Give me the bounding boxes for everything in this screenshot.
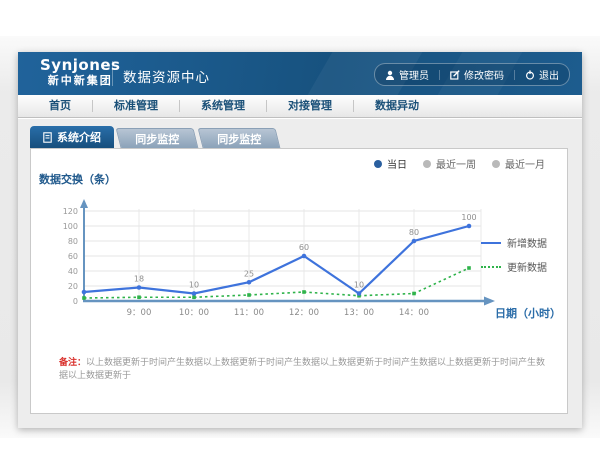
logo-title: Synjones: [40, 57, 121, 74]
svg-text:60: 60: [299, 243, 309, 252]
content-area: 系统介绍 同步监控 同步监控 当日 最近一周: [18, 119, 582, 428]
legend-new-data[interactable]: 新增数据: [481, 235, 547, 250]
svg-text:80: 80: [409, 228, 419, 237]
tab-sync-monitor-1[interactable]: 同步监控: [116, 128, 199, 148]
radio-dot-icon: [492, 160, 500, 168]
legend-label: 更新数据: [507, 259, 547, 274]
user-label: 管理员: [399, 67, 429, 82]
x-axis-title: 日期（小时）: [495, 305, 561, 321]
logout-button[interactable]: 退出: [515, 67, 569, 82]
svg-text:120: 120: [63, 207, 78, 216]
radio-last-week[interactable]: 最近一周: [423, 156, 476, 171]
radio-dot-icon: [423, 160, 431, 168]
user-icon: [385, 70, 395, 80]
svg-text:100: 100: [461, 213, 476, 222]
nav-item-standard-mgmt[interactable]: 标准管理: [93, 100, 180, 112]
svg-text:10: 10: [354, 281, 364, 290]
svg-text:10: 10: [189, 281, 199, 290]
header: Synjones 新中新集团 数据资源中心 管理员 修改密码: [18, 52, 582, 95]
change-password-label: 修改密码: [464, 67, 504, 82]
nav-item-data-change[interactable]: 数据异动: [354, 100, 440, 112]
y-axis-title: 数据交换（条）: [39, 171, 116, 187]
svg-text:13：00: 13：00: [344, 308, 374, 318]
power-icon: [525, 70, 535, 80]
tab-label: 系统介绍: [57, 129, 101, 145]
edit-icon: [450, 70, 460, 80]
footer-note-prefix: 备注：: [59, 358, 86, 368]
svg-text:14：00: 14：00: [399, 308, 429, 318]
document-icon: [43, 132, 52, 143]
legend-label: 新增数据: [507, 235, 547, 250]
radio-label: 最近一周: [436, 156, 476, 171]
solid-line-swatch-icon: [481, 242, 501, 244]
tab-sync-monitor-2[interactable]: 同步监控: [198, 128, 281, 148]
svg-text:11：00: 11：00: [234, 308, 264, 318]
tab-label: 同步监控: [135, 131, 179, 147]
logout-label: 退出: [539, 67, 559, 82]
svg-text:9：00: 9：00: [127, 308, 152, 318]
radio-last-month[interactable]: 最近一月: [492, 156, 545, 171]
legend-update-data[interactable]: 更新数据: [481, 259, 547, 274]
svg-text:20: 20: [68, 282, 78, 291]
change-password-button[interactable]: 修改密码: [440, 67, 514, 82]
logo: Synjones 新中新集团: [40, 57, 121, 88]
tab-label: 同步监控: [217, 131, 261, 147]
footer-note-text: 以上数据更新于时间产生数据以上数据更新于时间产生数据以上数据更新于时间产生数据以…: [59, 358, 545, 381]
svg-text:25: 25: [244, 269, 254, 278]
svg-text:12：00: 12：00: [289, 308, 319, 318]
radio-today[interactable]: 当日: [374, 156, 407, 171]
main-nav: 首页 标准管理 系统管理 对接管理 数据异动: [18, 95, 582, 118]
time-range-filter: 当日 最近一周 最近一月: [374, 156, 545, 171]
header-divider: [112, 61, 113, 86]
user-menu-admin[interactable]: 管理员: [375, 67, 439, 82]
app-window: Synjones 新中新集团 数据资源中心 管理员 修改密码: [18, 52, 582, 428]
tab-system-intro[interactable]: 系统介绍: [30, 126, 114, 148]
svg-text:10：00: 10：00: [179, 308, 209, 318]
radio-label: 最近一月: [505, 156, 545, 171]
chart-panel: 当日 最近一周 最近一月 数据交换（条） 0 20 40 60 80 100 120 9：00…: [30, 148, 568, 414]
svg-text:0: 0: [73, 297, 78, 306]
user-menu: 管理员 修改密码 退出: [374, 63, 570, 86]
svg-text:18: 18: [134, 275, 144, 284]
svg-text:60: 60: [68, 252, 78, 261]
logo-subtitle: 新中新集团: [40, 74, 121, 88]
radio-label: 当日: [387, 156, 407, 171]
nav-item-home[interactable]: 首页: [28, 100, 93, 112]
svg-text:100: 100: [63, 222, 78, 231]
nav-item-interface-mgmt[interactable]: 对接管理: [267, 100, 354, 112]
chart-legend: 新增数据 更新数据: [481, 235, 547, 274]
radio-dot-icon: [374, 160, 382, 168]
tab-bar: 系统介绍 同步监控 同步监控: [30, 126, 278, 148]
svg-text:40: 40: [68, 267, 78, 276]
page-title: 数据资源中心: [123, 66, 210, 86]
footer-note: 备注：以上数据更新于时间产生数据以上数据更新于时间产生数据以上数据更新于时间产生…: [59, 357, 553, 383]
dotted-line-swatch-icon: [481, 266, 501, 268]
svg-text:80: 80: [68, 237, 78, 246]
nav-item-system-mgmt[interactable]: 系统管理: [180, 100, 267, 112]
